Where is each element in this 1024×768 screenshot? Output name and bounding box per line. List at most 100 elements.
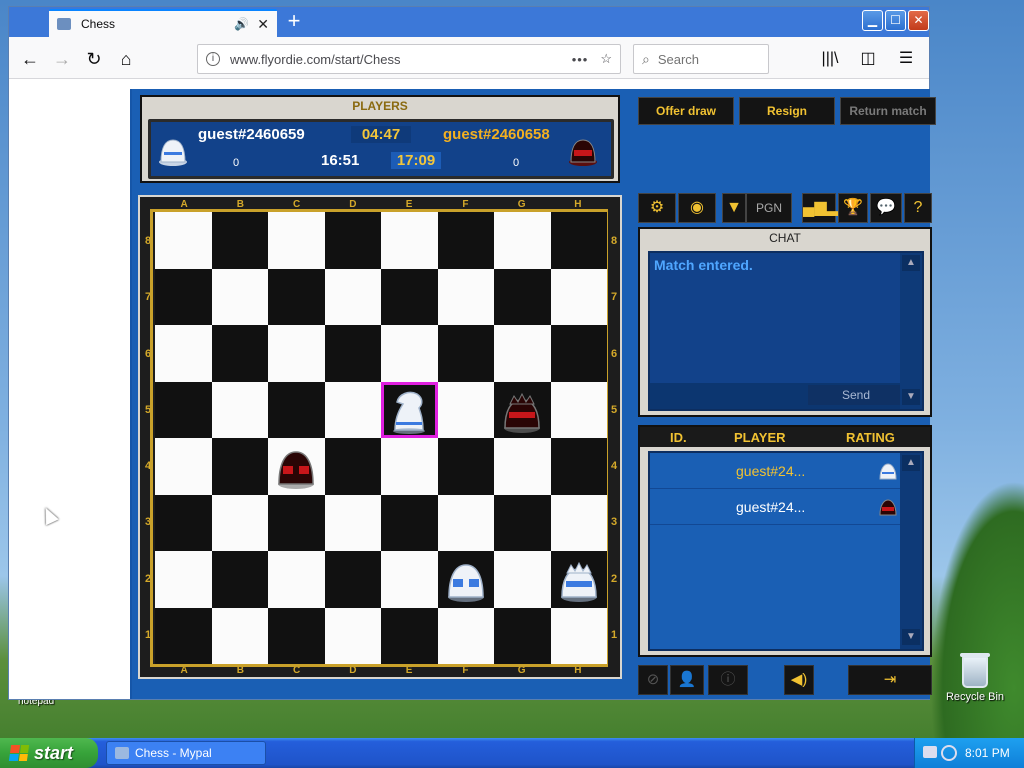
tab-chess[interactable]: Chess 🔊 ✕ xyxy=(49,9,277,37)
square-b3[interactable] xyxy=(211,494,268,551)
sound-button[interactable]: ◀) xyxy=(784,665,814,695)
square-e5[interactable] xyxy=(381,381,438,438)
square-c6[interactable] xyxy=(268,325,325,382)
square-a6[interactable] xyxy=(155,325,212,382)
square-a7[interactable] xyxy=(155,268,212,325)
square-e1[interactable] xyxy=(381,607,438,664)
square-b7[interactable] xyxy=(211,268,268,325)
square-c5[interactable] xyxy=(268,381,325,438)
page-actions-icon[interactable]: ••• xyxy=(572,52,589,67)
info-button[interactable]: ⓘ xyxy=(708,665,748,695)
square-h1[interactable] xyxy=(550,607,607,664)
square-c4[interactable] xyxy=(268,438,325,495)
white-pawn-icon[interactable] xyxy=(442,555,490,603)
url-bar[interactable]: i www.flyordie.com/start/Chess ••• ☆ xyxy=(197,44,621,74)
square-d7[interactable] xyxy=(324,268,381,325)
square-h5[interactable] xyxy=(550,381,607,438)
square-g3[interactable] xyxy=(494,494,551,551)
recycle-bin[interactable]: Recycle Bin xyxy=(940,653,1010,703)
red-pawn-icon[interactable] xyxy=(272,442,320,490)
square-f7[interactable] xyxy=(437,268,494,325)
forward-button[interactable]: → xyxy=(47,45,77,73)
square-c8[interactable] xyxy=(268,212,325,269)
taskbar-item-chess[interactable]: Chess - Mypal xyxy=(106,741,266,765)
square-h8[interactable] xyxy=(550,212,607,269)
square-h4[interactable] xyxy=(550,438,607,495)
square-e7[interactable] xyxy=(381,268,438,325)
scroll-down-icon[interactable]: ▼ xyxy=(902,389,920,405)
square-a3[interactable] xyxy=(155,494,212,551)
speech-button[interactable]: 💬 xyxy=(870,193,902,223)
square-b1[interactable] xyxy=(211,607,268,664)
square-d6[interactable] xyxy=(324,325,381,382)
square-f2[interactable] xyxy=(437,551,494,608)
list-scrollbar[interactable]: ▲ ▼ xyxy=(900,453,922,649)
square-h2[interactable] xyxy=(550,551,607,608)
scroll-up-icon[interactable]: ▲ xyxy=(902,255,920,271)
square-d8[interactable] xyxy=(324,212,381,269)
pgn-dropdown-button[interactable]: ▼ xyxy=(722,193,746,223)
trophy-button[interactable]: 🏆 xyxy=(838,193,868,223)
library-icon[interactable]: |||\ xyxy=(815,45,845,73)
square-g6[interactable] xyxy=(494,325,551,382)
square-e4[interactable] xyxy=(381,438,438,495)
list-item[interactable]: guest#24... xyxy=(650,489,904,525)
scroll-up-icon[interactable]: ▲ xyxy=(902,455,920,471)
home-button[interactable]: ⌂ xyxy=(111,45,141,73)
menu-icon[interactable]: ☰ xyxy=(891,45,921,73)
bookmark-star-icon[interactable]: ☆ xyxy=(600,51,612,67)
square-c7[interactable] xyxy=(268,268,325,325)
square-h3[interactable] xyxy=(550,494,607,551)
square-f8[interactable] xyxy=(437,212,494,269)
square-b6[interactable] xyxy=(211,325,268,382)
square-a1[interactable] xyxy=(155,607,212,664)
ranking-button[interactable]: ▄▆▂ xyxy=(802,193,839,223)
square-h7[interactable] xyxy=(550,268,607,325)
close-window-button[interactable]: ✕ xyxy=(908,10,929,31)
square-g1[interactable] xyxy=(494,607,551,664)
square-f3[interactable] xyxy=(437,494,494,551)
square-g2[interactable] xyxy=(494,551,551,608)
square-b8[interactable] xyxy=(211,212,268,269)
scroll-down-icon[interactable]: ▼ xyxy=(902,629,920,645)
square-b4[interactable] xyxy=(211,438,268,495)
square-g4[interactable] xyxy=(494,438,551,495)
square-e3[interactable] xyxy=(381,494,438,551)
sidebar-icon[interactable]: ◫ xyxy=(853,45,883,73)
offer-draw-button[interactable]: Offer draw xyxy=(638,97,734,125)
square-a2[interactable] xyxy=(155,551,212,608)
square-a5[interactable] xyxy=(155,381,212,438)
back-button[interactable]: ← xyxy=(15,45,45,73)
list-item[interactable]: guest#24... xyxy=(650,453,904,489)
globe-button[interactable]: ◉ xyxy=(678,193,716,223)
search-input[interactable]: ⌕ Search xyxy=(633,44,769,74)
square-d5[interactable] xyxy=(324,381,381,438)
profile-button[interactable]: 👤 xyxy=(670,665,704,695)
square-h6[interactable] xyxy=(550,325,607,382)
square-f4[interactable] xyxy=(437,438,494,495)
square-f1[interactable] xyxy=(437,607,494,664)
help-button[interactable]: ? xyxy=(904,193,932,223)
square-c3[interactable] xyxy=(268,494,325,551)
site-info-icon[interactable]: i xyxy=(206,52,220,66)
square-d3[interactable] xyxy=(324,494,381,551)
speaker-icon[interactable]: 🔊 xyxy=(234,17,249,31)
square-e6[interactable] xyxy=(381,325,438,382)
square-c2[interactable] xyxy=(268,551,325,608)
keyboard-icon[interactable] xyxy=(923,746,937,758)
chat-scrollbar[interactable]: ▲ ▼ xyxy=(900,253,922,409)
square-d2[interactable] xyxy=(324,551,381,608)
resign-button[interactable]: Resign xyxy=(739,97,835,125)
header-rating[interactable]: RATING xyxy=(846,430,895,445)
settings-button[interactable]: ⚙ xyxy=(638,193,676,223)
white-king-icon[interactable] xyxy=(555,555,603,603)
network-icon[interactable] xyxy=(941,745,957,761)
reload-button[interactable]: ↻ xyxy=(79,45,109,73)
square-b2[interactable] xyxy=(211,551,268,608)
new-tab-button[interactable]: + xyxy=(281,10,307,34)
square-b5[interactable] xyxy=(211,381,268,438)
return-match-button[interactable]: Return match xyxy=(840,97,936,125)
square-f5[interactable] xyxy=(437,381,494,438)
square-a8[interactable] xyxy=(155,212,212,269)
square-d4[interactable] xyxy=(324,438,381,495)
